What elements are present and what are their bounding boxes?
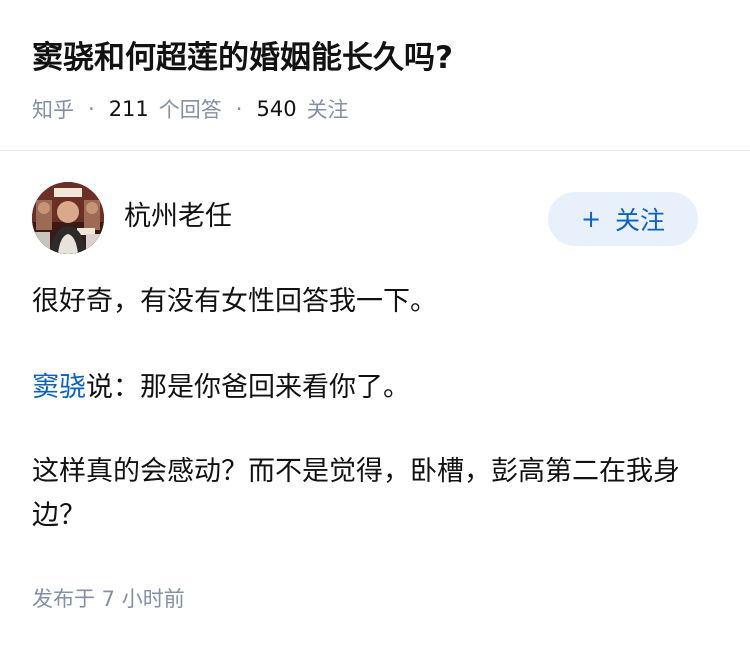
answer-count: 211 <box>108 97 149 121</box>
source-label[interactable]: 知乎 <box>32 94 74 124</box>
publish-time: 发布于 7 小时前 <box>32 587 185 611</box>
author-name[interactable]: 杭州老任 <box>124 198 232 236</box>
answer-count-label[interactable]: 个回答 <box>159 94 222 124</box>
question-header: 窦骁和何超莲的婚姻能长久吗? 知乎 · 211 个回答 · 540 关注 <box>0 0 750 151</box>
plus-icon: + <box>580 205 602 233</box>
answer-paragraph: 这样真的会感动？而不是觉得，卧槽，彭高第二在我身边？ <box>32 456 680 531</box>
question-title[interactable]: 窦骁和何超莲的婚姻能长久吗? <box>32 36 453 80</box>
mention-link[interactable]: 窦骁 <box>32 372 86 403</box>
author-row: 杭州老任 + 关注 <box>32 182 698 256</box>
answer-paragraph: 窦骁说：那是你爸回来看你了。 <box>32 366 410 410</box>
avatar-photo-icon <box>32 182 104 254</box>
answer-paragraph: 很好奇，有没有女性回答我一下。 <box>32 286 437 317</box>
follow-button-label: 关注 <box>615 206 666 235</box>
question-meta: 知乎 · 211 个回答 · 540 关注 <box>32 92 349 126</box>
meta-separator: · <box>88 97 95 121</box>
follower-count: 540 <box>256 97 297 121</box>
answer-paragraph-text: 说：那是你爸回来看你了。 <box>86 372 410 403</box>
author-avatar[interactable] <box>32 182 104 254</box>
follower-count-label: 关注 <box>306 98 349 122</box>
follow-button[interactable]: + 关注 <box>548 192 698 246</box>
meta-separator: · <box>235 97 243 121</box>
